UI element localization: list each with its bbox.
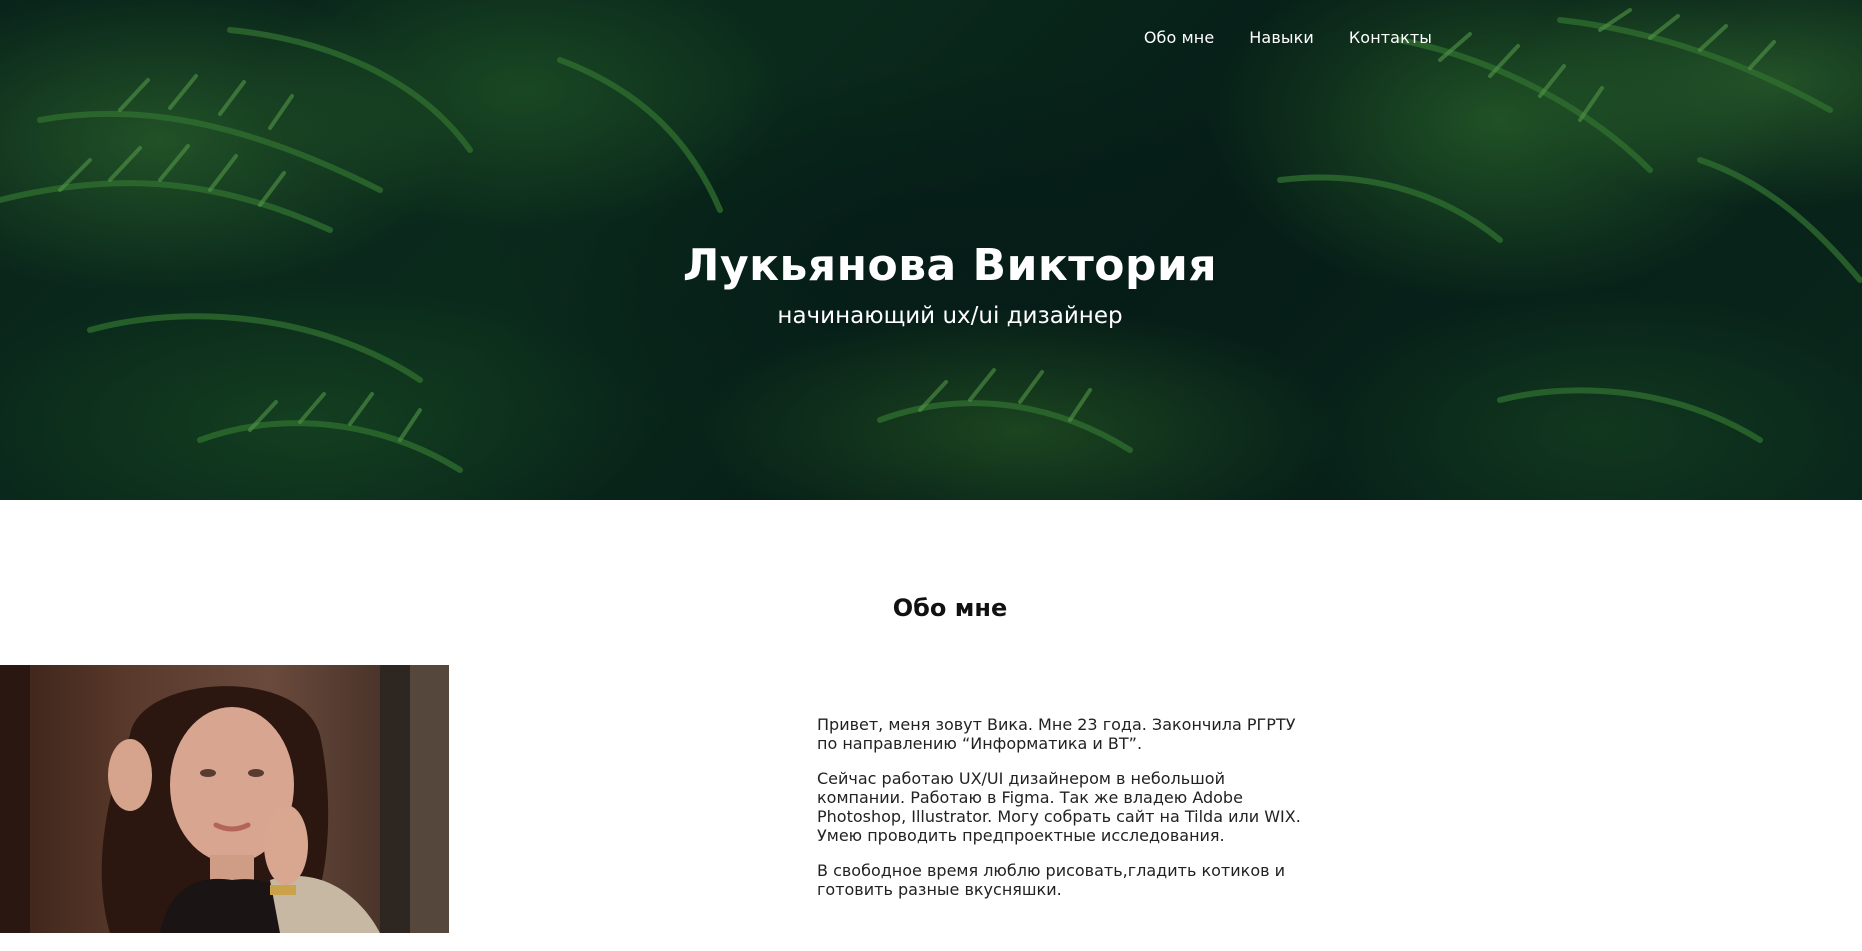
- nav-link-about[interactable]: Обо мне: [1144, 28, 1214, 47]
- about-text: Привет, меня зовут Вика. Мне 23 года. За…: [817, 715, 1317, 915]
- nav-link-contacts[interactable]: Контакты: [1349, 28, 1432, 47]
- hero-subtitle: начинающий ux/ui дизайнер: [777, 303, 1123, 329]
- about-title: Обо мне: [892, 594, 1008, 622]
- hero-banner: Обо мне Навыки Контакты Лукьянова Виктор…: [0, 0, 1862, 500]
- nav-link-skills[interactable]: Навыки: [1249, 28, 1314, 47]
- portrait-image: [0, 665, 449, 933]
- hero-heading-group: Лукьянова Виктория начинающий ux/ui диза…: [0, 240, 1862, 329]
- about-paragraph: В свободное время люблю рисовать,гладить…: [817, 861, 1286, 899]
- profile-photo: [0, 665, 449, 933]
- main-nav: Обо мне Навыки Контакты: [1144, 28, 1432, 47]
- about-paragraph: Привет, меня зовут Вика. Мне 23 года. За…: [817, 715, 1296, 753]
- hero-title: Лукьянова Виктория: [682, 240, 1218, 291]
- about-paragraph: Сейчас работаю UX/UI дизайнером в неболь…: [817, 769, 1301, 845]
